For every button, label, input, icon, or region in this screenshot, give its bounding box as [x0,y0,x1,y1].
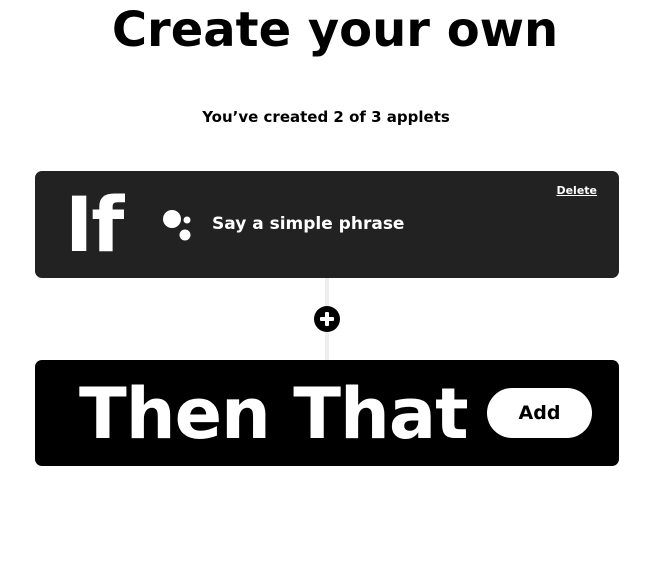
then-that-keyword: Then That [79,373,469,455]
if-trigger-card[interactable]: If Say a simple phrase Delete [35,171,619,278]
plus-icon [320,312,334,326]
add-action-button[interactable]: Add [487,388,592,438]
delete-link[interactable]: Delete [556,184,597,197]
trigger-label: Say a simple phrase [212,214,405,234]
applet-count-text: You’ve created 2 of 3 applets [202,108,450,126]
add-step-button[interactable] [314,306,340,332]
google-assistant-icon [163,210,191,241]
if-keyword: If [65,180,124,269]
then-action-card[interactable]: Then That Add [35,360,619,466]
page-title: Create your own [111,2,559,58]
